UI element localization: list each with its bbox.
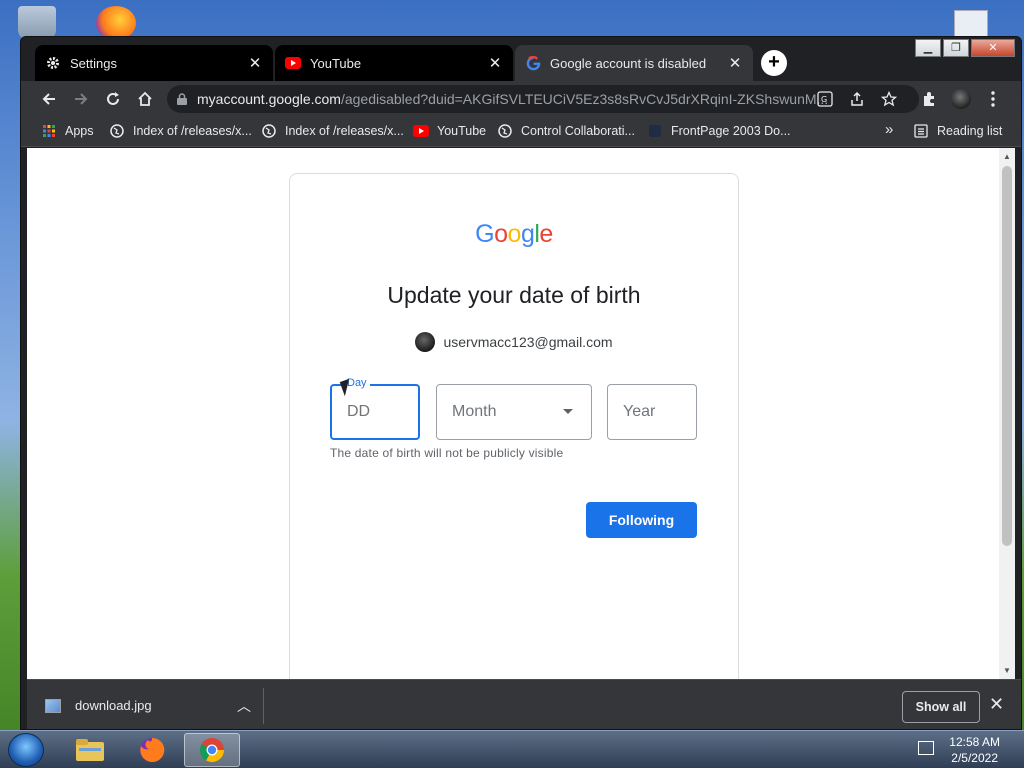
dob-card: Google Update your date of birth uservma… bbox=[289, 173, 739, 679]
image-file-icon bbox=[45, 698, 61, 713]
reading-list-icon bbox=[913, 123, 929, 139]
close-tab-icon[interactable]: ✕ bbox=[727, 54, 743, 72]
tab-label: Settings bbox=[70, 55, 117, 71]
svg-text:G: G bbox=[821, 95, 827, 104]
network-icon[interactable] bbox=[918, 741, 934, 755]
reading-list-button[interactable]: Reading list bbox=[913, 123, 1002, 139]
start-button[interactable] bbox=[8, 733, 44, 767]
frontpage-icon bbox=[647, 123, 663, 139]
extensions-icon[interactable] bbox=[917, 87, 941, 111]
bookmark-label: Control Collaborati... bbox=[521, 124, 635, 138]
dropdown-caret-icon bbox=[563, 409, 573, 414]
tab-youtube[interactable]: YouTube ✕ bbox=[275, 45, 513, 81]
download-item[interactable]: download.jpg bbox=[45, 698, 152, 713]
bookmark-label: Index of /releases/x... bbox=[285, 124, 404, 138]
month-placeholder: Month bbox=[452, 403, 497, 420]
browser-toolbar: myaccount.google.com/agedisabled?duid=AK… bbox=[21, 81, 1021, 117]
clock-date: 2/5/2022 bbox=[951, 751, 998, 765]
firefox-taskbar-button[interactable] bbox=[124, 733, 180, 767]
bookmark-control-collab[interactable]: Control Collaborati... bbox=[497, 123, 635, 139]
back-button[interactable] bbox=[37, 87, 61, 111]
youtube-icon bbox=[285, 55, 301, 71]
tab-strip: Settings ✕ YouTube ✕ Google account is d… bbox=[21, 37, 1021, 81]
url-host: myaccount.google.com bbox=[197, 91, 341, 107]
google-g-icon bbox=[525, 55, 541, 71]
tab-label: Google account is disabled bbox=[550, 55, 707, 71]
year-placeholder: Year bbox=[623, 403, 656, 420]
translate-icon[interactable]: G bbox=[813, 87, 837, 111]
address-bar[interactable]: myaccount.google.com/agedisabled?duid=AK… bbox=[167, 85, 919, 113]
youtube-icon bbox=[413, 123, 429, 139]
forward-button[interactable] bbox=[69, 87, 93, 111]
tab-google-account[interactable]: Google account is disabled ✕ bbox=[515, 45, 753, 81]
scrollbar-thumb[interactable] bbox=[1002, 166, 1012, 546]
firefox-desktop-icon[interactable] bbox=[96, 6, 136, 40]
reload-button[interactable] bbox=[101, 87, 125, 111]
globe-icon bbox=[109, 123, 125, 139]
bookmark-youtube[interactable]: YouTube bbox=[413, 123, 486, 139]
bookmark-label: Index of /releases/x... bbox=[133, 124, 252, 138]
vertical-scrollbar[interactable]: ▲ ▼ bbox=[999, 148, 1015, 679]
chrome-taskbar-button[interactable] bbox=[184, 733, 240, 767]
bookmarks-bar: Apps Index of /releases/x... Index of /r… bbox=[21, 117, 1021, 147]
clock-time: 12:58 AM bbox=[949, 735, 1000, 749]
globe-icon bbox=[261, 123, 277, 139]
close-tab-icon[interactable]: ✕ bbox=[487, 54, 503, 72]
bookmark-label: YouTube bbox=[437, 124, 487, 138]
home-button[interactable] bbox=[133, 87, 157, 111]
account-chip[interactable]: uservmacc123@gmail.com bbox=[290, 332, 738, 352]
privacy-hint: The date of birth will not be publicly v… bbox=[330, 446, 564, 460]
taskbar: 12:58 AM 2/5/2022 bbox=[0, 730, 1024, 768]
tab-label: YouTube bbox=[310, 55, 362, 71]
new-tab-button[interactable]: + bbox=[761, 50, 787, 76]
bookmark-label: FrontPage 2003 Do... bbox=[671, 124, 791, 138]
scroll-down-icon[interactable]: ▼ bbox=[1003, 666, 1011, 675]
close-window-button[interactable]: ✕ bbox=[971, 39, 1015, 57]
profile-avatar[interactable] bbox=[949, 87, 973, 111]
chevron-up-icon[interactable]: ︿ bbox=[237, 696, 251, 716]
chrome-window: Settings ✕ YouTube ✕ Google account is d… bbox=[20, 36, 1022, 730]
bookmark-apps[interactable]: Apps bbox=[41, 123, 94, 139]
downloads-bar: download.jpg ︿ Show all ✕ bbox=[27, 679, 1021, 729]
bookmark-label: Apps bbox=[65, 124, 94, 138]
recycle-bin-icon[interactable] bbox=[18, 6, 56, 40]
lock-icon bbox=[177, 93, 187, 105]
download-filename: download.jpg bbox=[75, 698, 152, 713]
bookmark-index-2[interactable]: Index of /releases/x... bbox=[261, 123, 404, 139]
month-select[interactable]: Month bbox=[436, 384, 592, 440]
avatar bbox=[415, 332, 436, 352]
explorer-taskbar-button[interactable] bbox=[62, 733, 118, 767]
close-downloads-icon[interactable]: ✕ bbox=[989, 694, 1004, 715]
account-email: uservmacc123@gmail.com bbox=[443, 334, 613, 350]
day-input[interactable] bbox=[347, 403, 407, 421]
window-controls: ▁ ❐ ✕ bbox=[915, 39, 1015, 57]
gear-icon bbox=[45, 55, 61, 71]
google-logo: Google bbox=[475, 220, 553, 248]
url-path: /agedisabled?duid=AKGifSVLTEUCiV5Ez3s8sR… bbox=[340, 91, 829, 107]
bookmarks-overflow-button[interactable]: » bbox=[885, 121, 893, 138]
system-clock[interactable]: 12:58 AM 2/5/2022 bbox=[949, 734, 1000, 766]
globe-icon bbox=[497, 123, 513, 139]
share-icon[interactable] bbox=[845, 87, 869, 111]
minimize-button[interactable]: ▁ bbox=[915, 39, 941, 57]
show-all-button[interactable]: Show all bbox=[902, 691, 980, 723]
bookmark-star-icon[interactable] bbox=[877, 87, 901, 111]
tab-settings[interactable]: Settings ✕ bbox=[35, 45, 273, 81]
bookmark-index-1[interactable]: Index of /releases/x... bbox=[109, 123, 252, 139]
scroll-up-icon[interactable]: ▲ bbox=[1003, 152, 1011, 161]
page-title: Update your date of birth bbox=[387, 282, 641, 308]
apps-grid-icon bbox=[41, 123, 57, 139]
reading-list-label: Reading list bbox=[937, 124, 1003, 138]
year-field[interactable]: Year bbox=[607, 384, 697, 440]
divider bbox=[263, 688, 264, 724]
bookmark-frontpage[interactable]: FrontPage 2003 Do... bbox=[647, 123, 791, 139]
page-viewport: Google Update your date of birth uservma… bbox=[27, 148, 1015, 679]
menu-kebab-icon[interactable] bbox=[981, 87, 1005, 111]
maximize-button[interactable]: ❐ bbox=[943, 39, 969, 57]
next-button[interactable]: Following bbox=[586, 502, 697, 538]
close-tab-icon[interactable]: ✕ bbox=[247, 54, 263, 72]
